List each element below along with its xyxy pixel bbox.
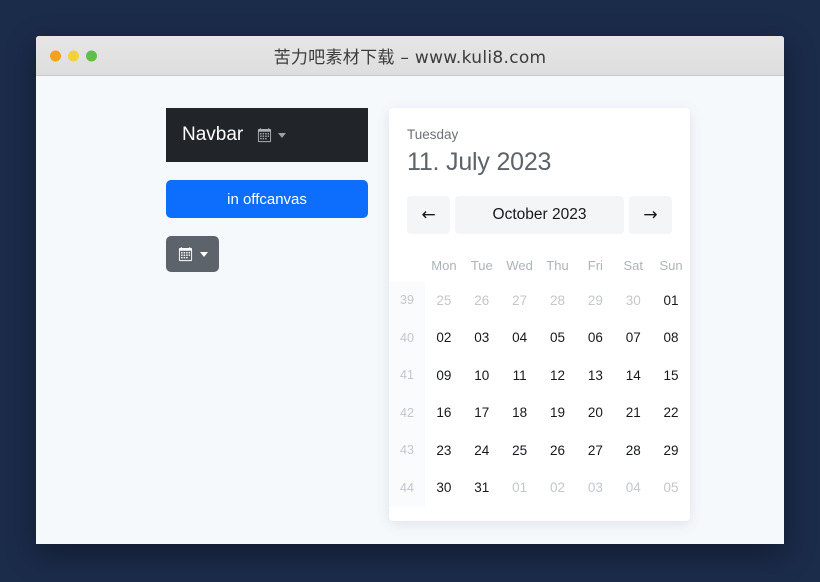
- window-controls: [50, 50, 97, 61]
- calendar-day[interactable]: 11: [501, 357, 539, 395]
- in-offcanvas-button[interactable]: in offcanvas: [166, 180, 368, 218]
- minimize-window-button[interactable]: [68, 50, 79, 61]
- calendar-day[interactable]: 30: [614, 282, 652, 320]
- title-bar: 苦力吧素材下载 – www.kuli8.com: [36, 36, 784, 76]
- calendar-day[interactable]: 07: [614, 319, 652, 357]
- calendar-day[interactable]: 26: [539, 432, 577, 470]
- selected-date: 11. July 2023: [407, 147, 552, 176]
- browser-window: 苦力吧素材下载 – www.kuli8.com Navbar in offcan…: [36, 36, 784, 544]
- calendar-day[interactable]: 10: [463, 357, 501, 395]
- navbar: Navbar: [166, 108, 368, 162]
- calendar-day[interactable]: 21: [614, 394, 652, 432]
- calendar-day[interactable]: 22: [652, 394, 690, 432]
- calendar-dropdown-button[interactable]: [166, 236, 219, 272]
- page-viewport: Navbar in offcanvas Tuesday 11. July 202…: [36, 76, 784, 544]
- calendar-day[interactable]: 13: [576, 357, 614, 395]
- caret-down-icon: [278, 132, 287, 138]
- calendar-day[interactable]: 06: [576, 319, 614, 357]
- calendar-day[interactable]: 05: [539, 319, 577, 357]
- calendar-icon: [178, 246, 193, 262]
- calendar-day[interactable]: 27: [576, 432, 614, 470]
- calendar-day[interactable]: 29: [652, 432, 690, 470]
- month-navigation: ← October 2023 →: [389, 180, 690, 250]
- left-column: Navbar in offcanvas: [166, 108, 368, 272]
- calendar-day[interactable]: 04: [501, 319, 539, 357]
- calendar-day[interactable]: 18: [501, 394, 539, 432]
- calendar-day[interactable]: 14: [614, 357, 652, 395]
- navbar-brand: Navbar: [182, 124, 244, 145]
- calendar-day[interactable]: 17: [463, 394, 501, 432]
- calendar-day[interactable]: 29: [576, 282, 614, 320]
- calendar-day[interactable]: 19: [539, 394, 577, 432]
- next-month-button[interactable]: →: [629, 195, 672, 234]
- calendar-day[interactable]: 26: [463, 282, 501, 320]
- calendar-day[interactable]: 02: [425, 319, 463, 357]
- weekday-header-thu: Thu: [546, 258, 569, 274]
- calendar-day[interactable]: 20: [576, 394, 614, 432]
- calendar-day[interactable]: 05: [652, 469, 690, 507]
- caret-down-icon: [199, 251, 208, 257]
- calendar-day[interactable]: 16: [425, 394, 463, 432]
- week-number: 41: [389, 356, 425, 395]
- week-number: 39: [389, 281, 425, 320]
- calendar-day[interactable]: 31: [463, 469, 501, 507]
- datepicker-card: Tuesday 11. July 2023 ← October 2023 → M…: [389, 108, 690, 521]
- prev-month-button[interactable]: ←: [407, 195, 450, 234]
- selected-weekday: Tuesday: [407, 127, 459, 142]
- calendar-day[interactable]: 02: [539, 469, 577, 507]
- calendar-day[interactable]: 15: [652, 357, 690, 395]
- calendar-day[interactable]: 28: [614, 432, 652, 470]
- weekday-header-wed: Wed: [506, 258, 533, 274]
- calendar-icon: [257, 127, 272, 143]
- calendar-day[interactable]: 08: [652, 319, 690, 357]
- weekday-header-sat: Sat: [623, 258, 643, 274]
- datepicker-header: Tuesday 11. July 2023: [389, 108, 690, 180]
- calendar-day[interactable]: 25: [501, 432, 539, 470]
- calendar-day[interactable]: 09: [425, 357, 463, 395]
- maximize-window-button[interactable]: [86, 50, 97, 61]
- calendar-day[interactable]: 23: [425, 432, 463, 470]
- week-number-header: [389, 249, 425, 282]
- weekday-header-sun: Sun: [659, 258, 683, 274]
- weekday-header-tue: Tue: [470, 258, 493, 274]
- calendar-day[interactable]: 01: [501, 469, 539, 507]
- calendar-day[interactable]: 03: [576, 469, 614, 507]
- week-number: 42: [389, 394, 425, 432]
- calendar-day[interactable]: 01: [652, 282, 690, 320]
- calendar-day[interactable]: 27: [501, 282, 539, 320]
- close-window-button[interactable]: [50, 50, 61, 61]
- week-number: 43: [389, 431, 425, 470]
- calendar-day[interactable]: 25: [425, 282, 463, 320]
- calendar-grid: Mon Tue Wed Thu Fri Sat Sun 39 25 26 27 …: [389, 249, 690, 521]
- month-year-button[interactable]: October 2023: [455, 195, 624, 234]
- week-number: 44: [389, 469, 425, 507]
- weekday-header-fri: Fri: [587, 258, 603, 274]
- navbar-calendar-dropdown[interactable]: [257, 127, 287, 143]
- week-number: 40: [389, 319, 425, 357]
- calendar-day[interactable]: 28: [539, 282, 577, 320]
- calendar-day[interactable]: 04: [614, 469, 652, 507]
- calendar-day[interactable]: 03: [463, 319, 501, 357]
- weekday-header-mon: Mon: [431, 258, 457, 274]
- calendar-day[interactable]: 30: [425, 469, 463, 507]
- window-title: 苦力吧素材下载 – www.kuli8.com: [273, 48, 547, 68]
- calendar-day[interactable]: 12: [539, 357, 577, 395]
- calendar-day[interactable]: 24: [463, 432, 501, 470]
